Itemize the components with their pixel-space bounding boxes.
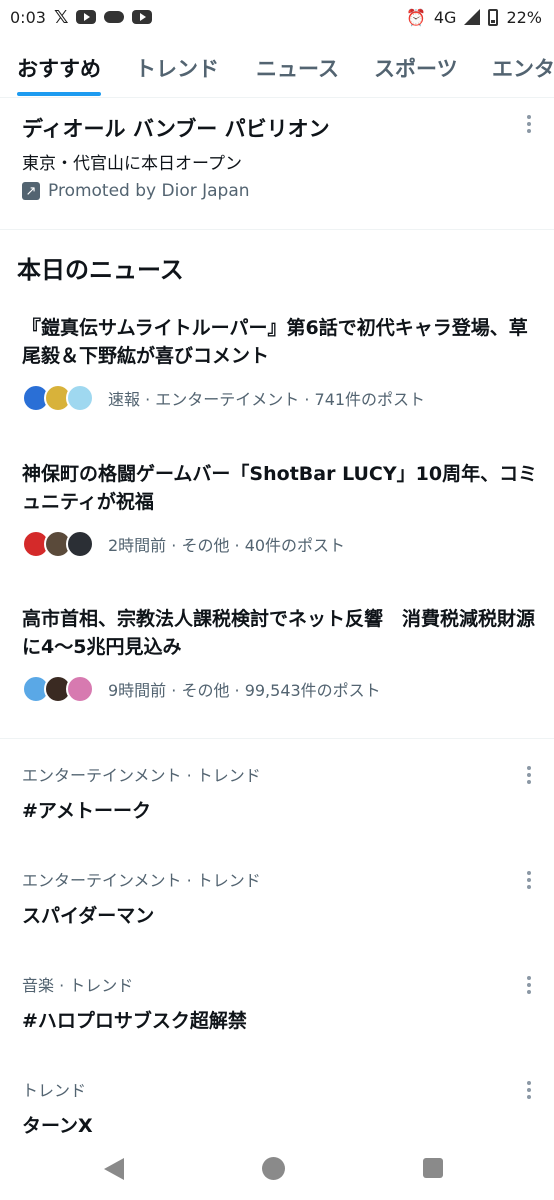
avatar-stack: [22, 384, 94, 412]
news-title: 高市首相、宗教法人課税検討でネット反響 消費税減税財源に4〜5兆円見込み: [22, 608, 536, 658]
news-section-title: 本日のニュース: [17, 256, 184, 284]
news-meta: 9時間前 · その他 · 99,543件のポスト: [22, 673, 542, 705]
news-meta: 速報 · エンターテイメント · 741件のポスト: [22, 382, 542, 414]
news-item[interactable]: 『鎧真伝サムライトルーパー』第6話で初代キャラ登場、草尾毅＆下野紘が喜びコメント…: [22, 314, 542, 414]
news-meta-text: 2時間前 · その他 · 40件のポスト: [108, 536, 346, 555]
trend-item[interactable]: エンターテインメント · トレンド スパイダーマン: [22, 867, 542, 928]
promoted-label: Promoted by Dior Japan: [48, 181, 250, 201]
news-meta: 2時間前 · その他 · 40件のポスト: [22, 528, 542, 560]
alarm-icon: ⏰: [405, 7, 426, 27]
news-item[interactable]: 神保町の格闘ゲームバー「ShotBar LUCY」10周年、コミュニティが祝福 …: [22, 460, 542, 560]
trend-category: トレンド: [22, 1081, 87, 1100]
trend-category: 音楽 · トレンド: [22, 976, 134, 995]
trend-category: エンターテインメント · トレンド: [22, 766, 261, 785]
trend-name: ターンX: [22, 1115, 93, 1137]
youtube-icon: [76, 10, 97, 24]
more-options-icon[interactable]: [526, 115, 532, 133]
avatar: [66, 530, 94, 558]
youtube-icon: [132, 10, 153, 24]
network-type: 4G: [433, 7, 457, 27]
trend-category: エンターテインメント · トレンド: [22, 871, 261, 890]
tab-news[interactable]: ニュース: [256, 38, 339, 97]
trend-name: スパイダーマン: [22, 905, 155, 927]
status-bar: 0:03 𝕏 ⏰ 4G 22%: [0, 0, 554, 34]
promoted-title: ディオール バンブー パビリオン: [22, 117, 330, 141]
signal-icon: [464, 9, 481, 25]
more-options-icon[interactable]: [526, 976, 532, 994]
avatar-stack: [22, 675, 94, 703]
news-meta-text: 速報 · エンターテイメント · 741件のポスト: [108, 390, 426, 409]
news-title: 神保町の格闘ゲームバー「ShotBar LUCY」10周年、コミュニティが祝福: [22, 463, 538, 513]
cloud-icon: [104, 11, 125, 23]
promoted-arrow-icon: ↗: [22, 182, 40, 200]
trend-name: #ハロプロサブスク超解禁: [22, 1010, 247, 1032]
avatar-stack: [22, 530, 94, 558]
tab-trending[interactable]: トレンド: [135, 38, 219, 97]
more-options-icon[interactable]: [526, 871, 532, 889]
more-options-icon[interactable]: [526, 1081, 532, 1099]
news-item[interactable]: 高市首相、宗教法人課税検討でネット反響 消費税減税財源に4〜5兆円見込み 9時間…: [22, 605, 542, 705]
news-title: 『鎧真伝サムライトルーパー』第6話で初代キャラ登場、草尾毅＆下野紘が喜びコメント: [22, 317, 528, 367]
trend-item[interactable]: トレンド ターンX: [22, 1077, 542, 1138]
promoted-badge: ↗ Promoted by Dior Japan: [22, 181, 250, 201]
avatar: [66, 384, 94, 412]
back-icon[interactable]: [104, 1158, 124, 1180]
avatar: [66, 675, 94, 703]
more-options-icon[interactable]: [526, 766, 532, 784]
active-tab-indicator: [17, 92, 101, 96]
battery-icon: [488, 8, 499, 26]
trend-item[interactable]: エンターテインメント · トレンド #アメトーーク: [22, 762, 542, 823]
promoted-trend[interactable]: ディオール バンブー パビリオン 東京・代官山に本日オープン ↗ Promote…: [0, 99, 554, 230]
trend-item[interactable]: 音楽 · トレンド #ハロプロサブスク超解禁: [22, 972, 542, 1033]
explore-tabs: おすすめ トレンド ニュース スポーツ エンタ: [0, 38, 554, 98]
section-divider: [0, 738, 554, 739]
tab-recommended[interactable]: おすすめ: [17, 38, 101, 97]
promoted-subtitle: 東京・代官山に本日オープン: [22, 154, 242, 174]
tab-entertainment[interactable]: エンタ: [492, 38, 554, 97]
home-icon[interactable]: [262, 1157, 285, 1180]
system-nav-bar: [0, 1140, 554, 1200]
x-icon: 𝕏: [53, 6, 69, 28]
battery-level: 22%: [506, 7, 542, 27]
recent-apps-icon[interactable]: [423, 1158, 443, 1178]
explore-screen: 0:03 𝕏 ⏰ 4G 22% おすすめ トレンド ニュース スポーツ エンタ …: [0, 0, 554, 1200]
tab-sports[interactable]: スポーツ: [374, 38, 458, 97]
news-meta-text: 9時間前 · その他 · 99,543件のポスト: [108, 681, 381, 700]
trend-name: #アメトーーク: [22, 800, 151, 822]
status-time: 0:03: [10, 7, 46, 27]
